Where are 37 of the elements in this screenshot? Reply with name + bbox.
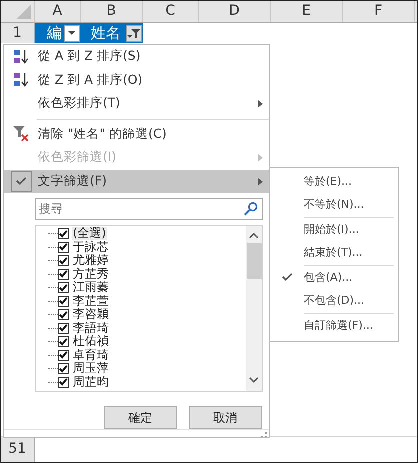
value-label[interactable]: 卓育琦	[72, 348, 110, 362]
column-header[interactable]: E	[271, 1, 343, 22]
menu-item[interactable]: 開始於(I)...	[270, 218, 398, 242]
menu-item[interactable]: 自訂篩選(F)...	[270, 314, 398, 338]
value-label[interactable]: 尤雅婷	[72, 254, 110, 268]
menu-item[interactable]: 從 A 到 Z 排序(S)	[4, 45, 269, 68]
value-label[interactable]: 周玉萍	[72, 362, 110, 376]
value-label[interactable]: 方芷秀	[72, 268, 110, 281]
value-label[interactable]: (全選)	[72, 227, 108, 240]
value-label[interactable]: 周芷昀	[72, 376, 110, 389]
column-header[interactable]: D	[199, 1, 271, 22]
value-label[interactable]: 于詠芯	[72, 240, 110, 254]
menu-item[interactable]: 結束於(T)...	[270, 242, 398, 265]
column-header[interactable]: A	[35, 1, 81, 22]
value-label[interactable]: 李芷萱	[72, 294, 110, 308]
row-header[interactable]: 51	[1, 437, 35, 462]
column-header[interactable]: B	[81, 1, 143, 22]
dialog-button[interactable]: 確定	[104, 406, 177, 429]
search-field[interactable]: 搜尋	[35, 198, 263, 220]
dialog-button[interactable]: 取消	[189, 406, 262, 429]
value-label[interactable]: 李語琦	[72, 322, 110, 335]
column-header[interactable]: F	[343, 1, 415, 22]
menu-item[interactable]: 包含(A)...	[270, 266, 398, 290]
row-header[interactable]: 1	[1, 23, 35, 43]
menu-item[interactable]: 不包含(D)...	[270, 290, 398, 313]
menu-item[interactable]: 從 Z 到 A 排序(O)	[4, 68, 269, 92]
header-cell[interactable]: 編	[35, 23, 81, 43]
menu-item[interactable]: 不等於(N)...	[270, 194, 398, 217]
menu-item[interactable]: 清除 "姓名" 的篩選(C)	[4, 122, 269, 146]
menu-item[interactable]: 依色彩排序(T)	[4, 92, 269, 116]
menu-item[interactable]: 文字篩選(F)	[4, 170, 269, 193]
menu-item[interactable]: 等於(E)...	[270, 170, 398, 194]
value-label[interactable]: 杜佑禎	[72, 335, 110, 348]
column-header[interactable]: C	[143, 1, 199, 22]
value-label[interactable]: 李咨穎	[72, 308, 110, 322]
header-cell[interactable]: 姓名	[81, 23, 143, 43]
value-label[interactable]: 江雨蓁	[72, 281, 110, 294]
